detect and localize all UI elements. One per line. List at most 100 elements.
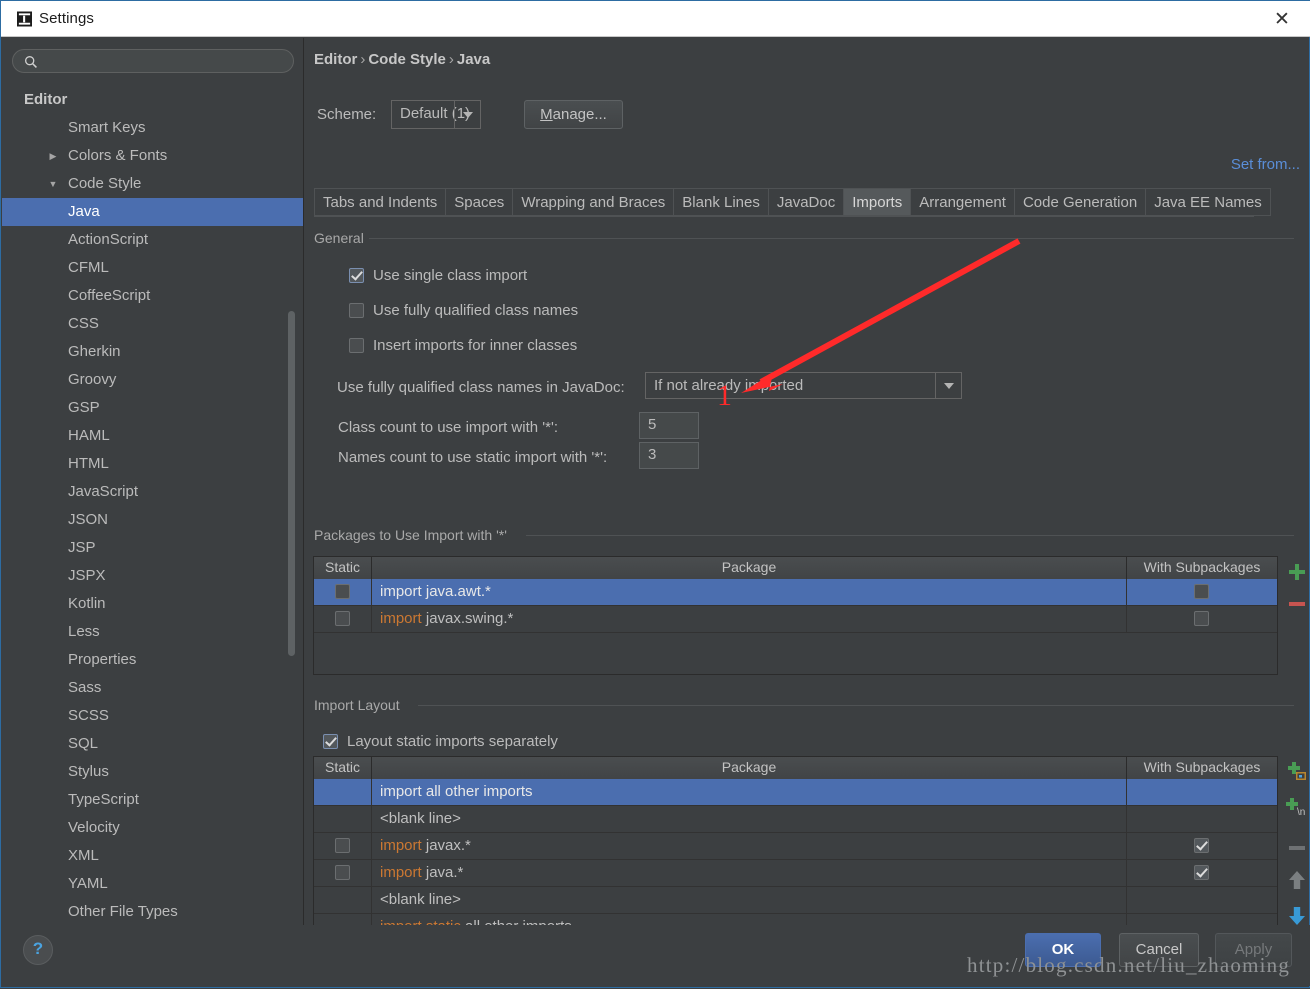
sidebar-item-html[interactable]: HTML (2, 450, 303, 478)
add-blank-line-button[interactable]: \n (1280, 792, 1309, 824)
sidebar-item-less[interactable]: Less (2, 618, 303, 646)
sidebar-item-velocity[interactable]: Velocity (2, 814, 303, 842)
general-checkbox-1[interactable] (349, 303, 364, 318)
remove-entry-button[interactable] (1280, 832, 1309, 864)
sidebar-item-scss[interactable]: SCSS (2, 702, 303, 730)
sidebar-item-cfml[interactable]: CFML (2, 254, 303, 282)
table-row[interactable]: import java.awt.* (314, 579, 1277, 606)
sidebar-item-stylus[interactable]: Stylus (2, 758, 303, 786)
sidebar-item-label: SQL (68, 735, 99, 752)
tab-spaces[interactable]: Spaces (446, 188, 514, 216)
sidebar-scrollbar-thumb[interactable] (288, 311, 295, 656)
tab-tabs-and-indents[interactable]: Tabs and Indents (314, 188, 447, 216)
static-checkbox[interactable] (334, 611, 350, 626)
tab-code-generation[interactable]: Code Generation (1014, 188, 1147, 216)
set-from-link[interactable]: Set from... (1231, 156, 1300, 173)
manage-button[interactable]: Manage... (524, 100, 623, 129)
class-count-value: 5 (648, 416, 657, 433)
code-style-tabs[interactable]: Tabs and Indents Spaces Wrapping and Brace… (314, 188, 1271, 216)
with-subpackages-checkbox[interactable] (1194, 584, 1209, 599)
tab-imports[interactable]: Imports (844, 188, 912, 216)
chevron-down-icon[interactable]: ▼ (46, 170, 60, 198)
sidebar-item-label: Colors & Fonts (68, 147, 168, 164)
close-icon[interactable]: ✕ (1267, 7, 1297, 33)
sidebar-item-smart-keys[interactable]: Smart Keys (2, 114, 303, 142)
general-checkbox-0[interactable] (349, 268, 364, 283)
packages-col-subpackages: With Subpackages (1143, 559, 1261, 575)
chevron-right-icon[interactable]: ▶ (46, 142, 60, 170)
sidebar-item-typescript[interactable]: TypeScript (2, 786, 303, 814)
sidebar-item-jspx[interactable]: JSPX (2, 562, 303, 590)
static-checkbox[interactable] (334, 865, 350, 880)
tab-wrapping-and-braces[interactable]: Wrapping and Braces (513, 188, 675, 216)
search-input[interactable] (12, 49, 294, 73)
scheme-select[interactable]: Default (1) (391, 100, 481, 129)
table-row[interactable]: import javax.* (314, 833, 1277, 860)
sidebar-item-java[interactable]: Java (2, 198, 303, 226)
sidebar-item-other-file-types[interactable]: Other File Types (2, 898, 303, 922)
add-package-entry-button[interactable] (1280, 756, 1309, 788)
sidebar-item-json[interactable]: JSON (2, 506, 303, 534)
with-subpackages-checkbox[interactable] (1194, 611, 1209, 626)
with-subpackages-checkbox[interactable] (1194, 865, 1209, 880)
package-text: import all other imports (380, 783, 533, 800)
names-count-input[interactable]: 3 (639, 442, 699, 469)
javadoc-fqcn-select[interactable]: If not already imported (645, 372, 962, 399)
sidebar-item-label: HAML (68, 427, 110, 444)
sidebar-item-actionscript[interactable]: ActionScript (2, 226, 303, 254)
table-row[interactable]: <blank line> (314, 806, 1277, 833)
static-checkbox[interactable] (334, 838, 350, 853)
sidebar-item-colors-fonts[interactable]: ▶ Colors & Fonts (2, 142, 303, 170)
class-count-label: Class count to use import with '*': (338, 419, 558, 436)
sidebar-scrollbar-track[interactable] (288, 86, 299, 922)
move-down-button[interactable] (1280, 900, 1309, 927)
table-row[interactable]: <blank line> (314, 887, 1277, 914)
remove-package-button[interactable] (1280, 588, 1309, 620)
sidebar-item-xml[interactable]: XML (2, 842, 303, 870)
intellij-idea-icon (17, 11, 32, 27)
sidebar-item-editor[interactable]: Editor (2, 86, 303, 114)
move-up-button[interactable] (1280, 864, 1309, 896)
cell-package: import all other imports (372, 779, 1127, 805)
sidebar-item-sass[interactable]: Sass (2, 674, 303, 702)
sidebar-item-coffeescript[interactable]: CoffeeScript (2, 282, 303, 310)
chevron-down-icon[interactable] (935, 373, 961, 398)
sidebar-item-sql[interactable]: SQL (2, 730, 303, 758)
sidebar-item-css[interactable]: CSS (2, 310, 303, 338)
sidebar-item-gherkin[interactable]: Gherkin (2, 338, 303, 366)
minus-icon (1289, 846, 1305, 850)
tab-java-ee-names[interactable]: Java EE Names (1146, 188, 1271, 216)
sidebar-item-label: Properties (68, 651, 137, 668)
table-row[interactable]: import javax.swing.* (314, 606, 1277, 633)
settings-tree[interactable]: Editor Smart Keys ▶ Colors & Fonts ▼ Code Sty… (2, 86, 303, 922)
sidebar-item-jsp[interactable]: JSP (2, 534, 303, 562)
sidebar-item-gsp[interactable]: GSP (2, 394, 303, 422)
watermark-text: http://blog.csdn.net/liu_zhaoming (967, 953, 1291, 977)
table-row[interactable]: import java.* (314, 860, 1277, 887)
tab-arrangement[interactable]: Arrangement (911, 188, 1015, 216)
sidebar-item-code-style[interactable]: ▼ Code Style (2, 170, 303, 198)
packages-table[interactable]: Static Package With Subpackages import j… (313, 556, 1278, 675)
chevron-down-icon[interactable] (454, 101, 480, 128)
arrow-down-icon (1289, 907, 1305, 925)
static-checkbox[interactable] (334, 584, 350, 599)
tab-blank-lines[interactable]: Blank Lines (674, 188, 769, 216)
names-count-value: 3 (648, 446, 657, 463)
tab-javadoc[interactable]: JavaDoc (768, 188, 845, 216)
table-row[interactable]: import all other imports (314, 779, 1277, 806)
sidebar-item-yaml[interactable]: YAML (2, 870, 303, 898)
sidebar-item-kotlin[interactable]: Kotlin (2, 590, 303, 618)
layout-static-imports-checkbox[interactable] (323, 734, 338, 749)
sidebar-item-javascript[interactable]: JavaScript (2, 478, 303, 506)
class-count-input[interactable]: 5 (639, 412, 699, 439)
sidebar-item-haml[interactable]: HAML (2, 422, 303, 450)
with-subpackages-checkbox[interactable] (1194, 838, 1209, 853)
import-layout-table[interactable]: Static Package With Subpackages import a… (313, 756, 1278, 927)
add-package-button[interactable] (1280, 556, 1309, 588)
svg-text:\n: \n (1297, 807, 1305, 818)
sidebar-item-properties[interactable]: Properties (2, 646, 303, 674)
settings-sidebar: Editor Smart Keys ▶ Colors & Fonts ▼ Code Sty… (2, 38, 304, 927)
general-checkbox-2[interactable] (349, 338, 364, 353)
sidebar-item-groovy[interactable]: Groovy (2, 366, 303, 394)
help-button[interactable]: ? (23, 935, 53, 965)
